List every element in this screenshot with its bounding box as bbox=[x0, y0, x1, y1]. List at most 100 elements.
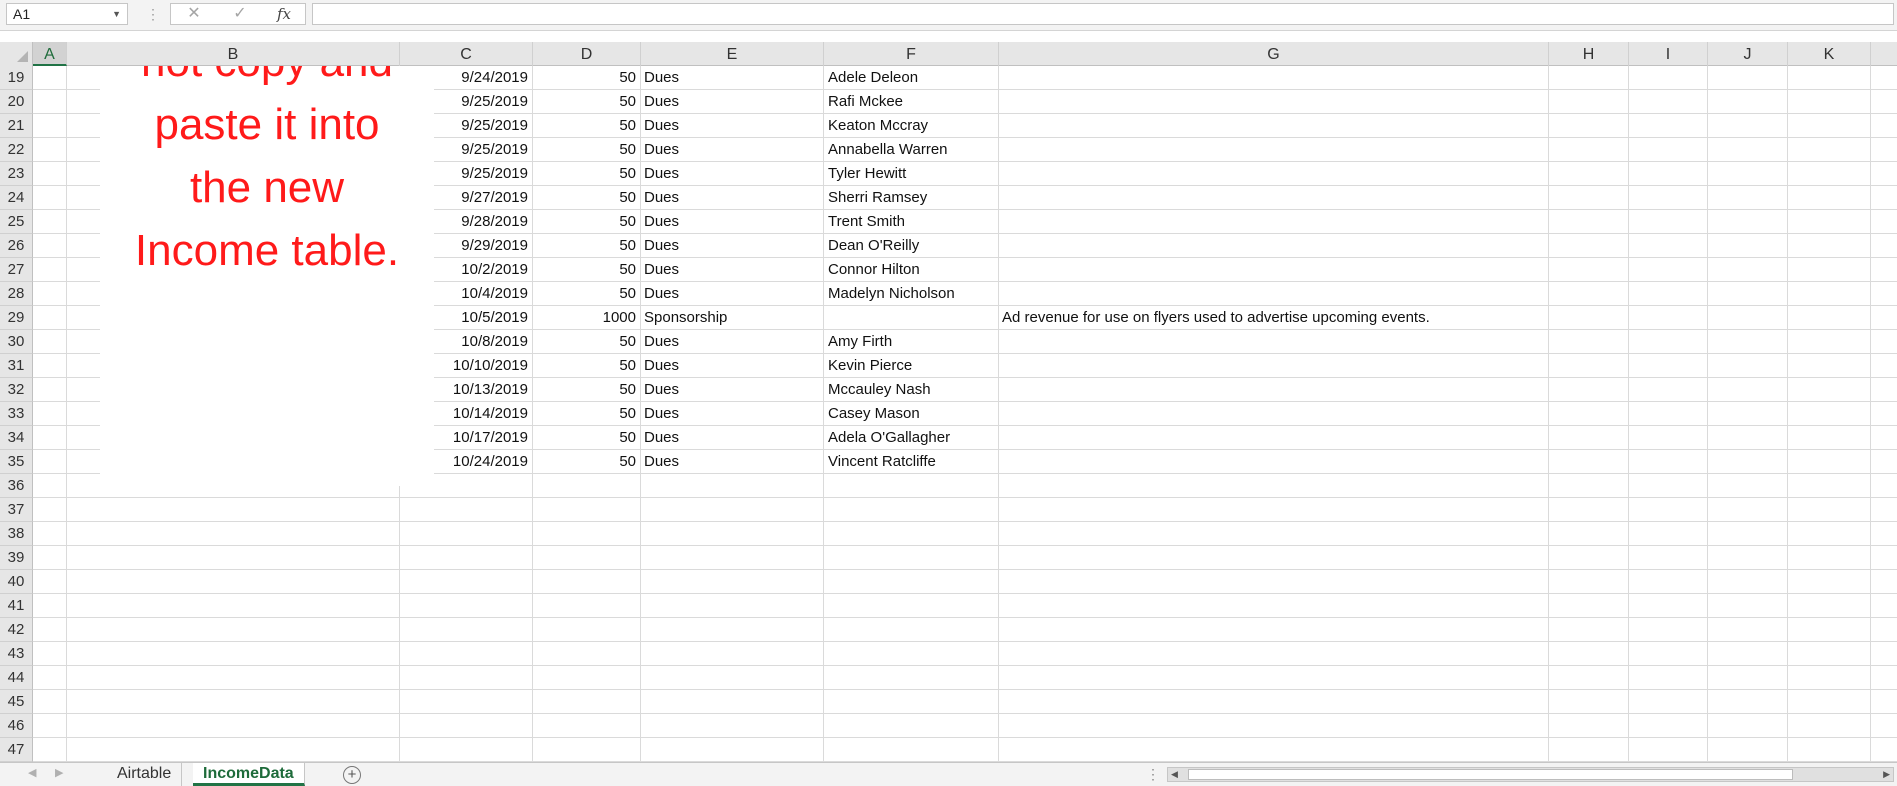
cell-name[interactable]: Dean O'Reilly bbox=[828, 234, 919, 258]
row-header[interactable]: 29 bbox=[0, 306, 33, 330]
cell-amount[interactable]: 50 bbox=[533, 66, 636, 90]
column-header-h[interactable]: H bbox=[1549, 42, 1629, 66]
cell-amount[interactable]: 50 bbox=[533, 402, 636, 426]
cell-type[interactable]: Dues bbox=[644, 186, 679, 210]
cell-type[interactable]: Dues bbox=[644, 426, 679, 450]
cell-type[interactable]: Dues bbox=[644, 330, 679, 354]
column-header-k[interactable]: K bbox=[1788, 42, 1871, 66]
row-header[interactable]: 21 bbox=[0, 114, 33, 138]
plus-circle-icon[interactable]: + bbox=[343, 766, 361, 784]
cell-amount[interactable]: 50 bbox=[533, 258, 636, 282]
cell-name[interactable]: Adela O'Gallagher bbox=[828, 426, 950, 450]
next-sheet-icon[interactable]: ▶ bbox=[55, 766, 63, 779]
cell-amount[interactable]: 50 bbox=[533, 90, 636, 114]
cell-note[interactable]: Ad revenue for use on flyers used to adv… bbox=[1002, 306, 1430, 330]
cell-type[interactable]: Sponsorship bbox=[644, 306, 727, 330]
scroll-left-icon[interactable]: ◀ bbox=[1171, 768, 1178, 781]
row-header[interactable]: 43 bbox=[0, 642, 33, 666]
cell-type[interactable]: Dues bbox=[644, 90, 679, 114]
column-header-e[interactable]: E bbox=[641, 42, 824, 66]
cell-amount[interactable]: 50 bbox=[533, 138, 636, 162]
cell-type[interactable]: Dues bbox=[644, 114, 679, 138]
scroll-right-icon[interactable]: ▶ bbox=[1883, 768, 1890, 781]
row-header[interactable]: 42 bbox=[0, 618, 33, 642]
cell-name[interactable]: Connor Hilton bbox=[828, 258, 920, 282]
row-header[interactable]: 28 bbox=[0, 282, 33, 306]
cell-type[interactable]: Dues bbox=[644, 402, 679, 426]
column-header-f[interactable]: F bbox=[824, 42, 999, 66]
prev-sheet-icon[interactable]: ◀ bbox=[28, 766, 36, 779]
column-header-d[interactable]: D bbox=[533, 42, 641, 66]
row-header[interactable]: 32 bbox=[0, 378, 33, 402]
cell-type[interactable]: Dues bbox=[644, 162, 679, 186]
cell-name[interactable]: Rafi Mckee bbox=[828, 90, 903, 114]
cell-name[interactable]: Adele Deleon bbox=[828, 66, 918, 90]
row-header[interactable]: 19 bbox=[0, 66, 33, 90]
column-header-j[interactable]: J bbox=[1708, 42, 1788, 66]
row-header[interactable]: 31 bbox=[0, 354, 33, 378]
scrollbar-thumb[interactable] bbox=[1188, 769, 1793, 780]
row-header[interactable]: 35 bbox=[0, 450, 33, 474]
column-header-a[interactable]: A bbox=[33, 42, 67, 66]
cell-name[interactable]: Mccauley Nash bbox=[828, 378, 931, 402]
cell-type[interactable]: Dues bbox=[644, 450, 679, 474]
tab-airtable[interactable]: Airtable bbox=[107, 763, 183, 786]
row-header[interactable]: 44 bbox=[0, 666, 33, 690]
row-header[interactable]: 27 bbox=[0, 258, 33, 282]
column-header-b[interactable]: B bbox=[67, 42, 400, 66]
cancel-icon[interactable]: ✕ bbox=[179, 4, 209, 24]
row-header[interactable]: 22 bbox=[0, 138, 33, 162]
cell-amount[interactable]: 50 bbox=[533, 210, 636, 234]
cell-type[interactable]: Dues bbox=[644, 138, 679, 162]
column-header-i[interactable]: I bbox=[1629, 42, 1708, 66]
insert-function-button[interactable]: fx bbox=[269, 4, 299, 24]
cell-type[interactable]: Dues bbox=[644, 282, 679, 306]
tab-incomedata[interactable]: IncomeData bbox=[193, 763, 305, 786]
vertical-dots-icon[interactable]: ⋮ bbox=[1146, 766, 1160, 783]
instruction-textbox[interactable]: not copy and paste it into the new Incom… bbox=[100, 66, 434, 486]
row-header[interactable]: 39 bbox=[0, 546, 33, 570]
cell-name[interactable]: Kevin Pierce bbox=[828, 354, 912, 378]
row-header[interactable]: 20 bbox=[0, 90, 33, 114]
horizontal-scrollbar[interactable]: ◀ ▶ bbox=[1167, 767, 1894, 782]
cell-amount[interactable]: 50 bbox=[533, 378, 636, 402]
row-header[interactable]: 45 bbox=[0, 690, 33, 714]
cell-amount[interactable]: 50 bbox=[533, 186, 636, 210]
chevron-down-icon[interactable]: ▼ bbox=[112, 4, 121, 24]
cell-name[interactable]: Keaton Mccray bbox=[828, 114, 928, 138]
row-header[interactable]: 25 bbox=[0, 210, 33, 234]
vertical-dots-icon[interactable]: ⋮ bbox=[146, 6, 160, 22]
row-header[interactable]: 24 bbox=[0, 186, 33, 210]
cell-type[interactable]: Dues bbox=[644, 210, 679, 234]
select-all-button[interactable] bbox=[0, 42, 33, 66]
cell-type[interactable]: Dues bbox=[644, 354, 679, 378]
cell-type[interactable]: Dues bbox=[644, 258, 679, 282]
cell-name[interactable]: Madelyn Nicholson bbox=[828, 282, 955, 306]
cell-amount[interactable]: 50 bbox=[533, 282, 636, 306]
row-header[interactable]: 26 bbox=[0, 234, 33, 258]
row-header[interactable]: 47 bbox=[0, 738, 33, 762]
cell-amount[interactable]: 50 bbox=[533, 354, 636, 378]
name-box[interactable]: A1 ▼ bbox=[6, 3, 128, 25]
cell-amount[interactable]: 50 bbox=[533, 162, 636, 186]
row-header[interactable]: 23 bbox=[0, 162, 33, 186]
cell-type[interactable]: Dues bbox=[644, 66, 679, 90]
cell-area[interactable]: 9/24/2019 50 Dues Adele Deleon 9/25/2019 50 Du… bbox=[33, 66, 1897, 762]
row-header[interactable]: 46 bbox=[0, 714, 33, 738]
row-header[interactable]: 41 bbox=[0, 594, 33, 618]
row-header[interactable]: 40 bbox=[0, 570, 33, 594]
cell-amount[interactable]: 50 bbox=[533, 450, 636, 474]
checkmark-icon[interactable]: ✓ bbox=[225, 4, 255, 24]
cell-name[interactable]: Trent Smith bbox=[828, 210, 905, 234]
row-header[interactable]: 37 bbox=[0, 498, 33, 522]
cell-name[interactable]: Vincent Ratcliffe bbox=[828, 450, 936, 474]
cell-type[interactable]: Dues bbox=[644, 378, 679, 402]
cell-type[interactable]: Dues bbox=[644, 234, 679, 258]
cell-amount[interactable]: 50 bbox=[533, 426, 636, 450]
cell-amount[interactable]: 50 bbox=[533, 330, 636, 354]
row-header[interactable]: 36 bbox=[0, 474, 33, 498]
row-header[interactable]: 30 bbox=[0, 330, 33, 354]
cell-name[interactable]: Sherri Ramsey bbox=[828, 186, 927, 210]
column-header-g[interactable]: G bbox=[999, 42, 1549, 66]
cell-name[interactable]: Casey Mason bbox=[828, 402, 920, 426]
